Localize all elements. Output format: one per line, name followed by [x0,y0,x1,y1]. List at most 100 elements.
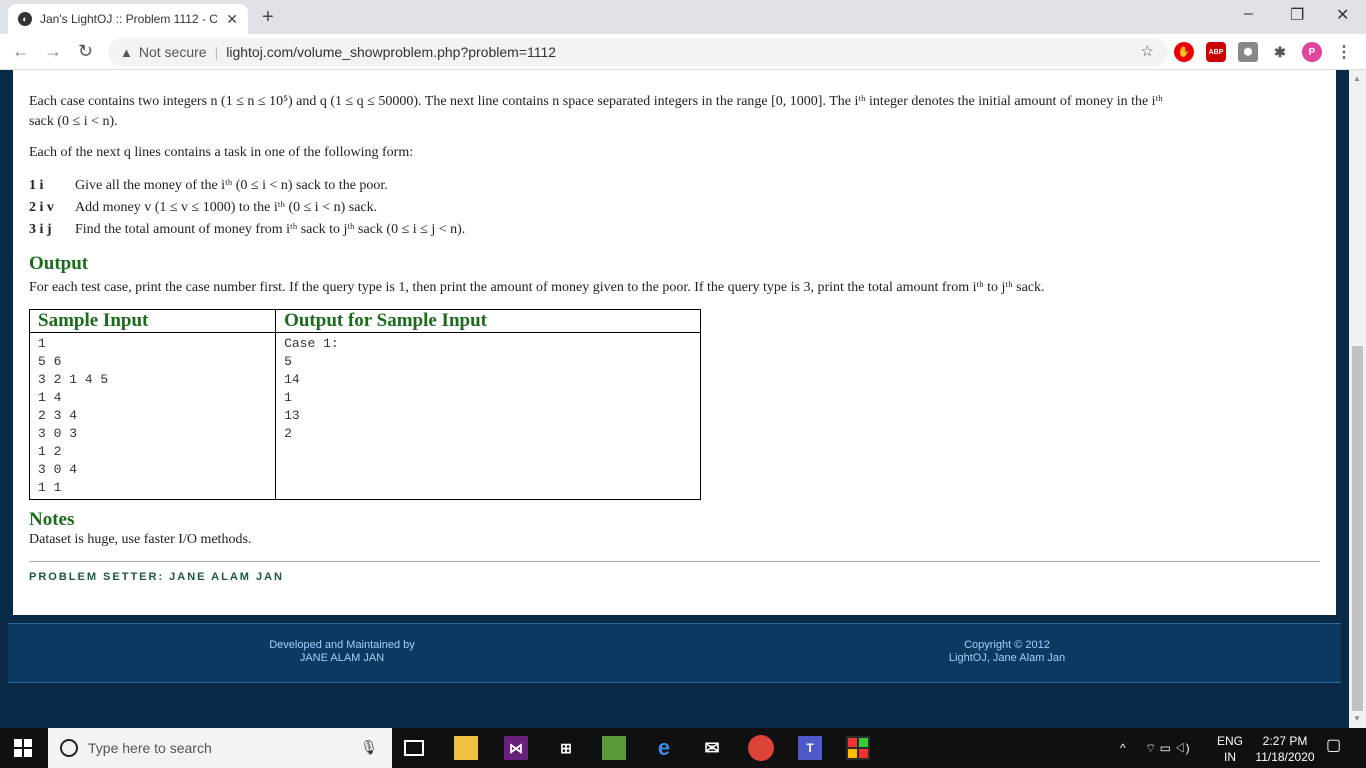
site-favicon-icon: ◐ [18,12,32,26]
store-icon[interactable]: ⊞ [554,736,578,760]
sample-input-line: 3 0 4 [38,462,78,477]
stop-extension-icon[interactable]: ✋ [1174,42,1194,62]
sample-input-cell: 1 5 6 3 2 1 4 5 1 4 2 3 4 3 0 3 1 2 3 0 … [28,332,277,500]
problem-content: Each case contains two integers n (1 ≤ n… [13,70,1336,615]
tray-chevron-icon[interactable]: ^ [1120,740,1126,756]
file-explorer-icon[interactable] [454,736,478,760]
taskbar-search-box[interactable]: Type here to search 🎙 [48,728,392,768]
sample-input-heading: Sample Input [28,309,277,333]
sample-input-line: 1 [38,336,46,351]
footer-left: Developed and Maintained by JANE ALAM JA… [192,639,492,665]
sample-output-line: Case 1: [284,336,339,351]
edge-icon[interactable]: e [652,735,676,760]
footer-right: Copyright © 2012 LightOJ, Jane Alam Jan [857,639,1157,665]
footer-copyright: Copyright © 2012 [964,639,1050,651]
task-code: 2 i v [29,200,54,215]
minimize-button[interactable]: – [1244,5,1253,23]
footer-owner: LightOJ, Jane Alam Jan [948,652,1066,664]
chrome-icon[interactable] [748,735,774,761]
notepad-icon[interactable] [602,736,626,760]
microphone-icon[interactable]: 🎙 [360,739,378,756]
task-2: 2 i v Add money v (1 ≤ v ≤ 1000) to the i… [29,199,377,217]
web-page: Each case contains two integers n (1 ≤ n… [0,70,1349,720]
task-1: 1 i Give all the money of the iᵗʰ (0 ≤ i … [29,177,388,195]
scroll-down-icon[interactable]: ▼ [1353,714,1361,723]
url-text: lightoj.com/volume_showproblem.php?probl… [226,44,557,60]
reload-button[interactable]: ↻ [78,41,93,62]
cube-extension-icon[interactable]: ⬢ [1238,42,1258,62]
notification-icon[interactable]: ▢ [1326,738,1341,754]
language-indicator[interactable]: ENG IN [1216,733,1244,765]
app-icon[interactable] [846,736,870,760]
sample-output-line: 1 [284,390,292,405]
visual-studio-icon[interactable]: ⋈ [504,736,528,760]
task-text: Add money v (1 ≤ v ≤ 1000) to the iᵗʰ (0… [75,200,378,215]
sample-output-line: 13 [284,408,300,423]
input-description-cont: sack (0 ≤ i < n). [29,114,118,129]
windows-start-icon[interactable] [14,739,32,757]
tab-title: Jan's LightOJ :: Problem 1112 - C [40,12,218,26]
sample-table: Sample Input Output for Sample Input 1 5… [28,309,701,500]
browser-tab[interactable]: ◐ Jan's LightOJ :: Problem 1112 - C ✕ [8,4,248,34]
footer-developer-name: JANE ALAM JAN [299,652,385,664]
extensions-puzzle-icon[interactable]: ✱ [1270,42,1290,62]
bookmark-star-icon[interactable]: ☆ [1141,42,1154,60]
footer-developed-label: Developed and Maintained by [269,639,415,651]
problem-setter: PROBLEM SETTER: JANE ALAM JAN [29,571,284,583]
back-button[interactable]: ← [12,41,30,62]
restore-button[interactable]: ❐ [1290,5,1304,25]
task-text: Find the total amount of money from iᵗʰ … [75,222,466,237]
sample-input-line: 5 6 [38,354,62,369]
region-code: IN [1224,750,1236,764]
task-code: 3 i j [29,222,52,237]
not-secure-label: Not secure [138,44,207,60]
sample-input-line: 1 4 [38,390,62,405]
clock-date: 11/18/2020 [1255,750,1315,764]
scroll-thumb[interactable] [1352,346,1363,711]
windows-taskbar: Type here to search 🎙 ⋈ ⊞ e ✉ T ^ ⌔ ▭ ◁)… [0,728,1366,768]
forward-button[interactable]: → [44,41,62,62]
output-heading: Output [29,253,89,274]
divider [29,561,1320,562]
search-placeholder: Type here to search [88,740,212,756]
task-3: 3 i j Find the total amount of money from… [29,221,465,239]
task-view-icon[interactable] [404,740,424,756]
address-bar[interactable]: ▲ Not secure | lightoj.com/volume_showpr… [108,38,1168,66]
mail-icon[interactable]: ✉ [700,736,724,760]
sample-output-line: 2 [284,426,292,441]
sample-input-line: 2 3 4 [38,408,78,423]
input-description: Each case contains two integers n (1 ≤ n… [29,94,1163,109]
page-scrollbar[interactable]: ▲ ▼ [1349,70,1366,728]
menu-kebab-icon[interactable]: ⋮ [1334,42,1354,62]
scroll-up-icon[interactable]: ▲ [1353,74,1361,83]
tray-icons[interactable]: ⌔ ▭ ◁) [1145,740,1190,756]
cortana-circle-icon [60,739,78,757]
browser-toolbar: ← → ↻ ▲ Not secure | lightoj.com/volume_… [0,34,1366,70]
sample-input-line: 3 0 3 [38,426,78,441]
clock-time: 2:27 PM [1262,734,1308,748]
adblock-icon[interactable]: ABP [1206,42,1226,62]
output-description: For each test case, print the case numbe… [29,280,1045,295]
warning-icon: ▲ [120,44,133,60]
close-tab-icon[interactable]: ✕ [226,11,238,28]
sample-output-line: 14 [284,372,300,387]
sample-input-line: 1 1 [38,480,62,495]
sample-output-line: 5 [284,354,292,369]
sample-output-heading: Output for Sample Input [275,309,701,333]
tab-strip: ◐ Jan's LightOJ :: Problem 1112 - C ✕ + … [0,0,1366,34]
language-code: ENG [1216,734,1243,748]
notes-heading: Notes [29,509,75,530]
teams-icon[interactable]: T [798,736,822,760]
url-separator: | [214,44,219,60]
sample-input-line: 1 2 [38,444,62,459]
notes-text: Dataset is huge, use faster I/O methods. [29,532,252,547]
task-text: Give all the money of the iᵗʰ (0 ≤ i < n… [75,178,388,193]
sample-input-line: 3 2 1 4 5 [38,372,109,387]
clock[interactable]: 2:27 PM 11/18/2020 [1250,733,1320,765]
profile-avatar[interactable]: P [1302,42,1322,62]
new-tab-button[interactable]: + [262,6,274,29]
close-window-button[interactable]: ✕ [1336,5,1349,25]
tasks-intro: Each of the next q lines contains a task… [29,145,414,160]
task-code: 1 i [29,178,44,193]
site-footer: Developed and Maintained by JANE ALAM JA… [8,623,1341,683]
